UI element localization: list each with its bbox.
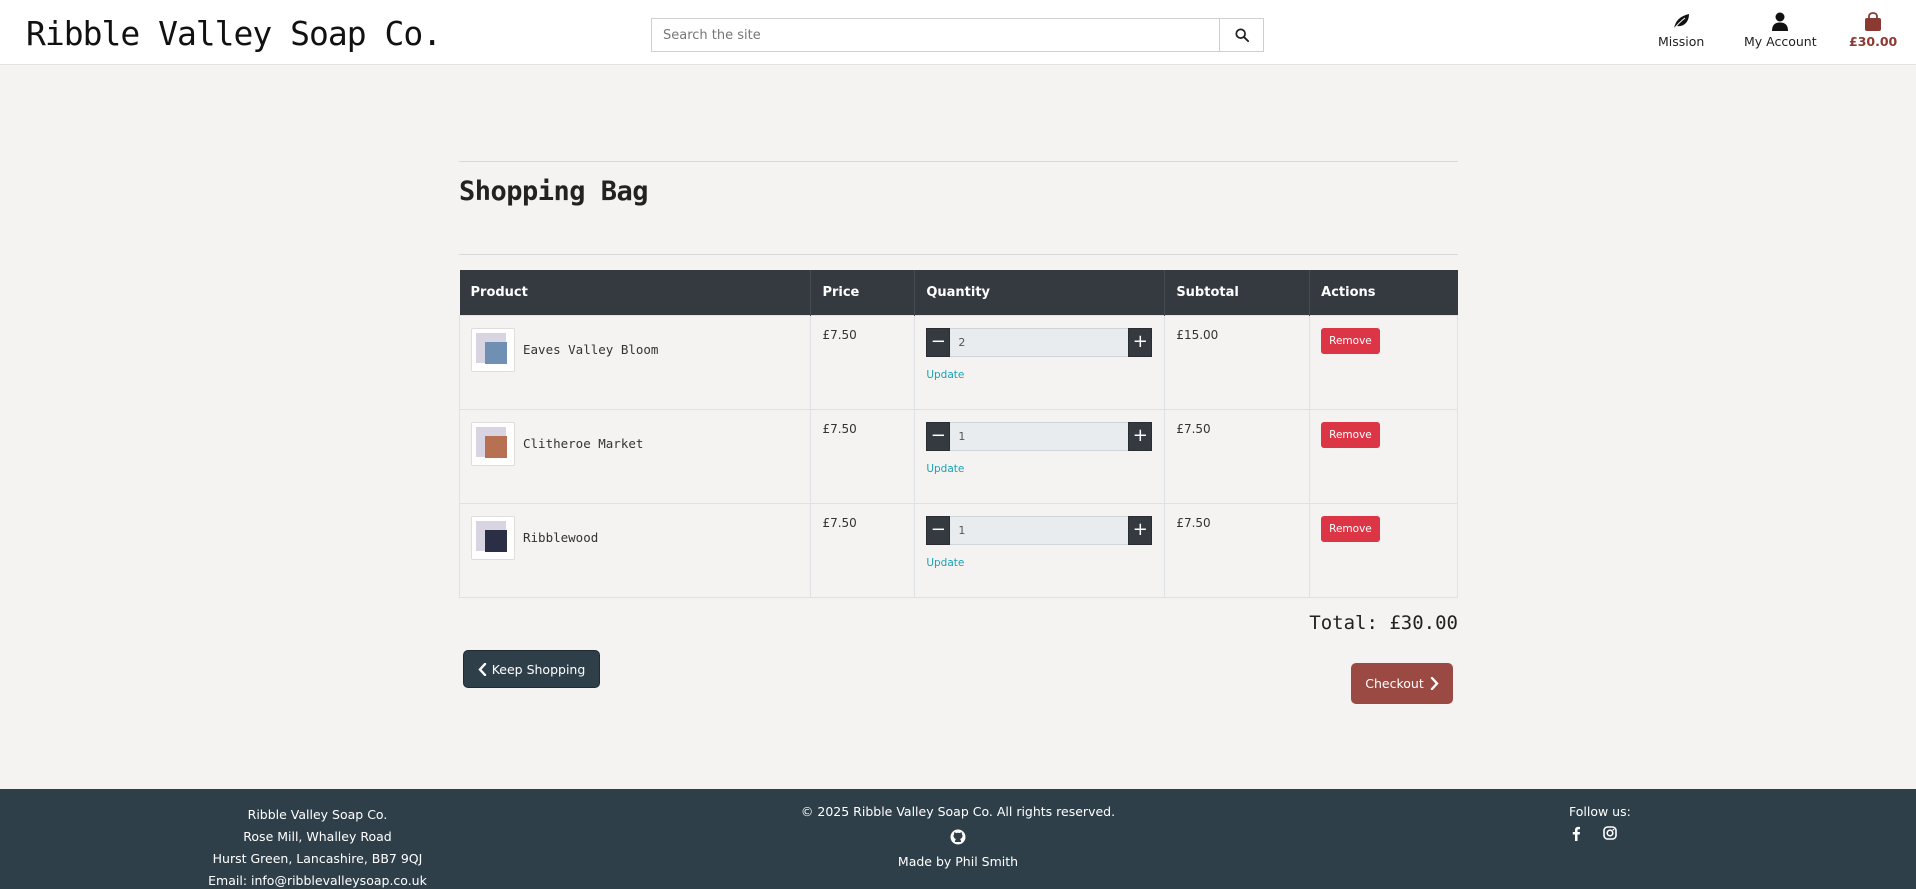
- product-image[interactable]: [471, 421, 515, 466]
- remove-button[interactable]: Remove: [1321, 515, 1380, 542]
- footer-email[interactable]: Email: info@ribblevalleysoap.co.uk: [180, 870, 455, 889]
- leaf-icon: [1672, 14, 1690, 31]
- update-link[interactable]: Update: [926, 369, 964, 381]
- nav-mission-label: Mission: [1658, 34, 1705, 49]
- shopping-bag-icon: [1865, 12, 1882, 31]
- copyright-text: © 2025 Ribble Valley Soap Co. All rights…: [800, 804, 1116, 819]
- subtotal-cell: £15.00: [1164, 314, 1311, 410]
- actions-cell: Remove: [1309, 408, 1458, 504]
- chevron-left-icon: [478, 662, 486, 676]
- header-actions: Actions: [1309, 270, 1458, 315]
- product-cell: Clitheroe Market: [458, 408, 812, 504]
- divider: [459, 161, 1458, 162]
- quantity-input[interactable]: [950, 327, 1129, 357]
- checkout-button[interactable]: Checkout: [1351, 663, 1453, 704]
- quantity-stepper: − +: [926, 515, 1153, 545]
- search-input[interactable]: [652, 19, 1220, 51]
- footer-street: Rose Mill, Whalley Road: [243, 829, 392, 844]
- nav-account-label: My Account: [1744, 34, 1817, 49]
- instagram-link[interactable]: [1603, 826, 1617, 844]
- cart-table: Product Price Quantity Subtotal Actions …: [458, 270, 1458, 598]
- quantity-cell: − + Update: [914, 314, 1166, 410]
- minus-icon: −: [930, 519, 946, 540]
- cart-total: Total: £30.00: [1309, 612, 1458, 634]
- product-name[interactable]: Eaves Valley Bloom: [523, 342, 658, 357]
- price-cell: £7.50: [810, 314, 916, 410]
- update-link[interactable]: Update: [926, 463, 964, 475]
- follow-label: Follow us:: [1569, 804, 1631, 819]
- search-icon: [1234, 28, 1249, 42]
- decrement-button[interactable]: −: [926, 515, 951, 545]
- github-link[interactable]: [950, 829, 966, 845]
- quantity-cell: − + Update: [914, 408, 1166, 504]
- actions-cell: Remove: [1309, 314, 1458, 410]
- product-image[interactable]: [471, 327, 515, 372]
- increment-button[interactable]: +: [1128, 327, 1153, 357]
- price-cell: £7.50: [810, 502, 916, 598]
- footer-company: Ribble Valley Soap Co.: [247, 807, 388, 822]
- actions-cell: Remove: [1309, 502, 1458, 598]
- keep-shopping-label: Keep Shopping: [491, 661, 586, 677]
- header-quantity: Quantity: [914, 270, 1166, 315]
- remove-button[interactable]: Remove: [1321, 421, 1380, 448]
- minus-icon: −: [930, 331, 946, 352]
- nav-mission[interactable]: Mission: [1658, 12, 1704, 49]
- table-row: Eaves Valley Bloom £7.50 − + Update £15.…: [458, 314, 1458, 410]
- subtotal-cell: £7.50: [1164, 408, 1311, 504]
- increment-button[interactable]: +: [1128, 515, 1153, 545]
- nav-bag[interactable]: £30.00: [1849, 12, 1897, 49]
- header-product: Product: [459, 270, 812, 315]
- product-cell: Eaves Valley Bloom: [458, 314, 812, 410]
- price-cell: £7.50: [810, 408, 916, 504]
- footer-address: Ribble Valley Soap Co. Rose Mill, Whalle…: [180, 804, 455, 889]
- product-name[interactable]: Clitheroe Market: [523, 436, 643, 451]
- bag-total: £30.00: [1849, 34, 1898, 49]
- github-icon: [950, 829, 966, 845]
- user-icon: [1772, 12, 1789, 31]
- keep-shopping-button[interactable]: Keep Shopping: [463, 650, 600, 688]
- quantity-stepper: − +: [926, 421, 1153, 451]
- decrement-button[interactable]: −: [926, 327, 951, 357]
- facebook-icon: [1572, 826, 1580, 841]
- page-title: Shopping Bag: [459, 176, 649, 207]
- quantity-stepper: − +: [926, 327, 1153, 357]
- search-bar: [651, 18, 1264, 52]
- site-logo[interactable]: Ribble Valley Soap Co.: [26, 14, 442, 53]
- product-cell: Ribblewood: [458, 502, 812, 598]
- facebook-link[interactable]: [1571, 826, 1581, 844]
- table-row: Clitheroe Market £7.50 − + Update £7.50 …: [458, 408, 1458, 504]
- minus-icon: −: [930, 425, 946, 446]
- instagram-icon: [1603, 826, 1617, 840]
- site-footer: Ribble Valley Soap Co. Rose Mill, Whalle…: [0, 789, 1916, 889]
- footer-social: Follow us:: [1540, 804, 1660, 844]
- table-header-row: Product Price Quantity Subtotal Actions: [459, 270, 1458, 315]
- header-price: Price: [810, 270, 916, 315]
- site-header: Ribble Valley Soap Co. Mission My Accoun…: [0, 0, 1916, 65]
- product-name[interactable]: Ribblewood: [523, 530, 598, 545]
- footer-center: © 2025 Ribble Valley Soap Co. All rights…: [758, 804, 1158, 869]
- header-subtotal: Subtotal: [1164, 270, 1311, 315]
- made-by-text: Made by Phil Smith: [897, 854, 1019, 869]
- decrement-button[interactable]: −: [926, 421, 951, 451]
- table-row: Ribblewood £7.50 − + Update £7.50 Remove: [458, 502, 1458, 598]
- product-image[interactable]: [471, 515, 515, 560]
- quantity-cell: − + Update: [914, 502, 1166, 598]
- quantity-input[interactable]: [950, 515, 1129, 545]
- divider: [459, 254, 1458, 255]
- footer-town: Hurst Green, Lancashire, BB7 9QJ: [212, 851, 423, 866]
- remove-button[interactable]: Remove: [1321, 327, 1380, 354]
- plus-icon: +: [1132, 519, 1148, 540]
- subtotal-cell: £7.50: [1164, 502, 1311, 598]
- increment-button[interactable]: +: [1128, 421, 1153, 451]
- chevron-right-icon: [1430, 677, 1439, 690]
- nav-account[interactable]: My Account: [1744, 12, 1817, 49]
- checkout-label: Checkout: [1365, 676, 1424, 691]
- search-button[interactable]: [1219, 19, 1263, 51]
- plus-icon: +: [1132, 331, 1148, 352]
- quantity-input[interactable]: [950, 421, 1129, 451]
- update-link[interactable]: Update: [926, 557, 964, 569]
- plus-icon: +: [1132, 425, 1148, 446]
